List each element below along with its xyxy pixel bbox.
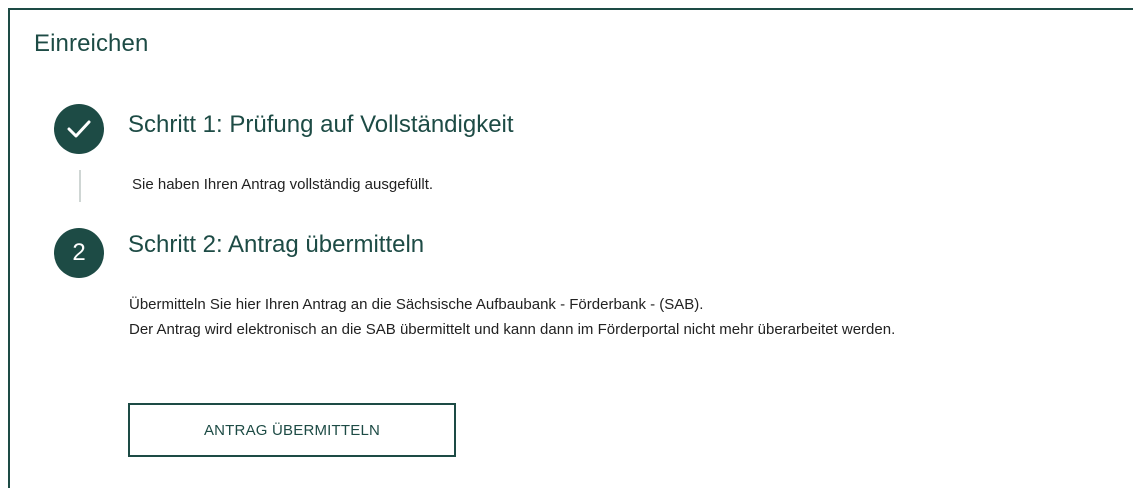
step-1-completed-badge — [54, 104, 104, 154]
step-1-description: Sie haben Ihren Antrag vollständig ausge… — [132, 176, 434, 193]
step-2-description-line-1: Übermitteln Sie hier Ihren Antrag an die… — [129, 296, 704, 313]
panel-title: Einreichen — [34, 30, 149, 57]
step-2-description-line-2: Der Antrag wird elektronisch an die SAB … — [129, 321, 896, 339]
submit-panel: Einreichen Schritt 1: Prüfung auf Vollst… — [8, 8, 1133, 488]
step-connector-line — [79, 170, 81, 202]
check-icon — [66, 119, 92, 139]
step-1-title: Schritt 1: Prüfung auf Vollständigkeit — [128, 111, 514, 138]
step-2-number-badge: 2 — [54, 228, 104, 278]
submit-application-button[interactable]: ANTRAG ÜBERMITTELN — [128, 403, 456, 457]
step-2-description: Übermitteln Sie hier Ihren Antrag an die… — [129, 292, 1129, 342]
step-2-title: Schritt 2: Antrag übermitteln — [128, 231, 425, 258]
